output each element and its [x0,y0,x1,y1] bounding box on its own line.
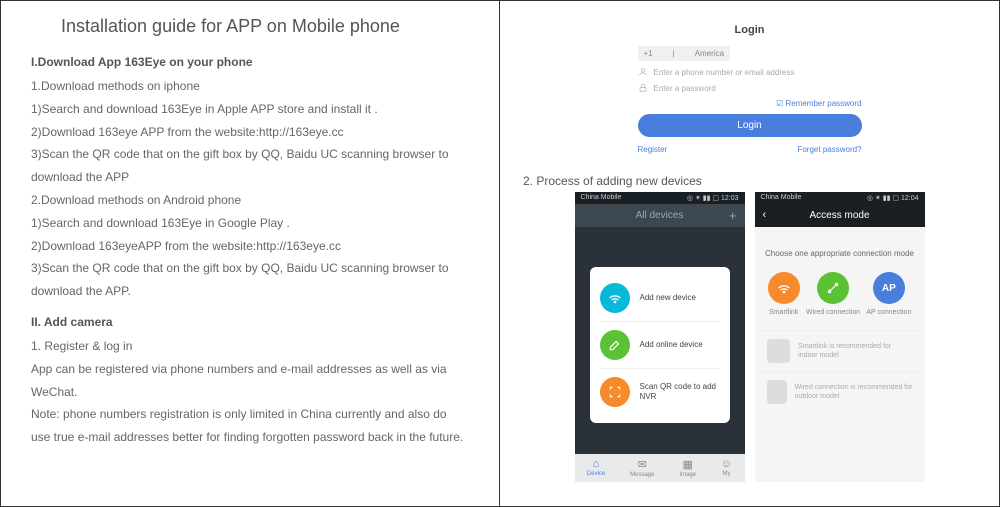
text-line: 3)Scan the QR code that on the gift box … [31,257,469,303]
section-2-heading: II. Add camera [31,315,469,329]
nav-label: Message [630,472,654,478]
add-device-modal: Add new device Add online device Scan QR… [590,267,730,423]
text-line: 2.Download methods on Android phone [31,189,469,212]
message-icon: ✉ [638,458,647,471]
bottom-nav: ⌂ Device ✉ Message ▦ Image ☺ My [575,454,745,482]
nav-title: Access mode [809,210,869,221]
text-line: 2)Download 163eye APP from the website:h… [31,121,469,144]
add-icon[interactable]: + [729,208,737,223]
carrier-label: China Mobile [761,194,802,202]
doc-title: Installation guide for APP on Mobile pho… [61,16,469,37]
login-footer: Register Forget password? [638,145,862,154]
banner-bar [575,227,745,239]
add-new-device-row[interactable]: Add new device [600,275,720,322]
section-1-heading: I.Download App 163Eye on your phone [31,55,469,69]
country-name: America [695,49,724,58]
option-label: Smartlink [769,309,798,316]
phone-access-mode: China Mobile ◎ ✶ ▮▮ ▢ 12:04 ‹ Access mod… [755,192,925,482]
nav-label: Device [587,471,605,477]
country-code: +1 [644,49,653,58]
login-button[interactable]: Login [638,114,862,137]
access-prompt: Choose one appropriate connection mode [755,249,925,258]
text-line: 1)Search and download 163Eye in Google P… [31,212,469,235]
add-online-device-row[interactable]: Add online device [600,322,720,369]
nav-device[interactable]: ⌂ Device [587,458,605,478]
indoor-camera-row: Smartlink is recommended for indoor mode… [755,330,925,371]
country-row: +1 | America [638,46,862,61]
access-options: Smartlink Wired connection AP AP connect… [755,272,925,316]
nav-title: All devices [636,210,684,221]
cable-icon [817,272,849,304]
edit-icon [600,330,630,360]
remember-label: Remember password [785,99,861,108]
phone-input[interactable]: Enter a phone number or email address [654,68,795,77]
wired-option[interactable]: Wired connection [806,272,860,316]
nav-message[interactable]: ✉ Message [630,458,654,478]
register-link[interactable]: Register [638,145,668,154]
nav-label: Image [679,472,696,478]
back-icon[interactable]: ‹ [763,209,767,221]
camera-desc: Wired connection is recommended for outd… [795,383,913,401]
remember-checkbox[interactable]: ☑ Remember password [638,99,862,108]
wifi-icon [600,283,630,313]
smartlink-option[interactable]: Smartlink [768,272,800,316]
scan-qr-row[interactable]: Scan QR code to add NVR [600,369,720,415]
text-line: 1.Download methods on iphone [31,75,469,98]
outdoor-camera-row: Wired connection is recommended for outd… [755,371,925,412]
device-icon: ⌂ [593,458,600,470]
divider: | [673,49,675,58]
phone-screens: China Mobile ◎ ✶ ▮▮ ▢ 12:03 All devices … [515,192,984,482]
nav-image[interactable]: ▦ Image [679,458,696,478]
login-title: Login [638,24,862,36]
qr-icon [600,377,630,407]
text-line: App can be registered via phone numbers … [31,358,469,404]
nav-label: My [722,471,730,477]
password-input[interactable]: Enter a password [654,84,716,93]
process-label: 2. Process of adding new devices [523,174,984,188]
option-label: Wired connection [806,309,860,316]
outdoor-camera-image [767,380,787,404]
password-row: Enter a password [638,83,862,93]
top-nav: All devices + [575,204,745,227]
carrier-label: China Mobile [581,194,622,202]
ap-icon: AP [873,272,905,304]
phone-all-devices: China Mobile ◎ ✶ ▮▮ ▢ 12:03 All devices … [575,192,745,482]
status-bar: China Mobile ◎ ✶ ▮▮ ▢ 12:03 [575,192,745,204]
text-line: 3)Scan the QR code that on the gift box … [31,143,469,189]
login-card: Login +1 | America Enter a phone number … [620,16,880,164]
indoor-camera-image [767,339,791,363]
image-icon: ▦ [682,458,692,471]
text-line: Note: phone numbers registration is only… [31,403,469,449]
check-icon: ☑ [776,99,783,108]
left-column: Installation guide for APP on Mobile pho… [0,0,500,507]
text-line: 2)Download 163eyeAPP from the website:ht… [31,235,469,258]
text-line: 1)Search and download 163Eye in Apple AP… [31,98,469,121]
status-icons: ◎ ✶ ▮▮ ▢ 12:04 [867,194,919,202]
row-label: Add online device [640,340,703,350]
user-icon: ☺ [721,458,732,470]
ap-option[interactable]: AP AP connection [866,272,911,316]
camera-desc: Smartlink is recommended for indoor mode… [798,342,912,360]
status-bar: China Mobile ◎ ✶ ▮▮ ▢ 12:04 [755,192,925,204]
row-label: Add new device [640,293,696,303]
country-selector[interactable]: +1 | America [638,46,731,61]
forget-link[interactable]: Forget password? [797,145,861,154]
user-icon [638,67,648,77]
top-nav: ‹ Access mode [755,204,925,227]
status-icons: ◎ ✶ ▮▮ ▢ 12:03 [687,194,739,202]
option-label: AP connection [866,309,911,316]
lock-icon [638,83,648,93]
phone-row: Enter a phone number or email address [638,67,862,77]
right-column: Login +1 | America Enter a phone number … [500,0,1000,507]
text-line: 1. Register & log in [31,335,469,358]
wifi-icon [768,272,800,304]
nav-my[interactable]: ☺ My [721,458,732,478]
row-label: Scan QR code to add NVR [640,382,720,401]
